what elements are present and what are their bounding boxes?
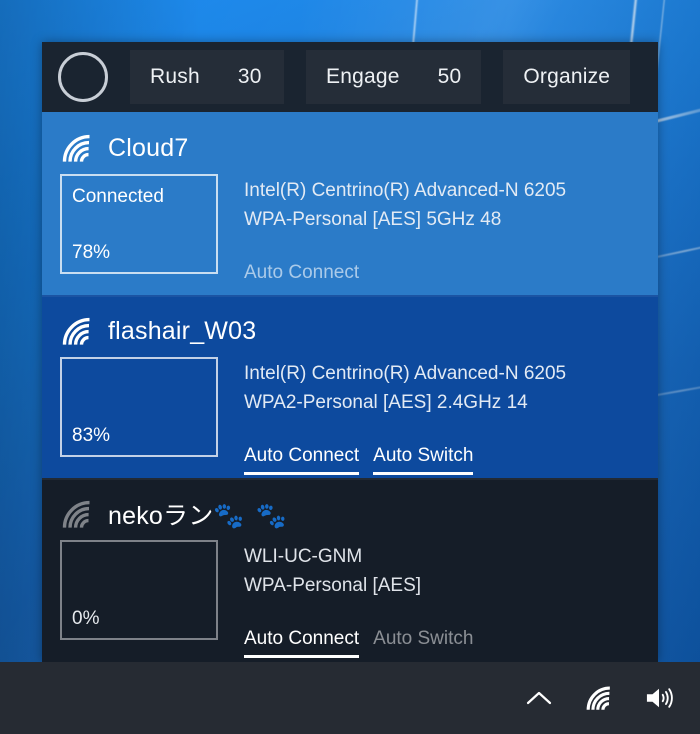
row-divider bbox=[42, 295, 658, 297]
taskbar bbox=[0, 662, 700, 734]
auto-switch-toggle[interactable]: Auto Switch bbox=[373, 628, 473, 655]
network-title: Cloud7 bbox=[60, 126, 658, 170]
paw-print-icon: 🐾 🐾 bbox=[213, 502, 289, 530]
signal-strength-box: Connected 78% bbox=[60, 174, 218, 274]
network-info: Intel(R) Centrino(R) Advanced-N 6205 WPA… bbox=[244, 174, 658, 289]
network-info: Intel(R) Centrino(R) Advanced-N 6205 WPA… bbox=[244, 357, 658, 475]
network-title: nekoラン🐾 🐾 bbox=[60, 492, 658, 536]
network-ssid-text: nekoラン bbox=[108, 502, 214, 530]
auto-connect-toggle[interactable]: Auto Connect bbox=[244, 445, 360, 475]
organize-button[interactable]: Organize bbox=[503, 50, 631, 104]
auto-connect-toggle[interactable]: Auto Connect bbox=[244, 628, 360, 658]
connection-status-text: Connected bbox=[72, 186, 164, 207]
desktop: Rush 30 Engage 50 Organize Cloud7 Connec… bbox=[0, 0, 700, 734]
auto-switch-toggle[interactable]: Auto Switch bbox=[373, 445, 474, 475]
wifi-network-icon bbox=[586, 686, 610, 711]
network-adapter-name: WLI-UC-GNM bbox=[244, 546, 363, 567]
network-actions: Auto Connect Auto Switch bbox=[244, 445, 658, 475]
organize-button-label: Organize bbox=[523, 65, 611, 88]
signal-percent-text: 78% bbox=[72, 242, 111, 263]
show-hidden-icons-button[interactable] bbox=[516, 669, 562, 727]
auto-connect-toggle[interactable]: Auto Connect bbox=[244, 262, 359, 289]
network-info: WLI-UC-GNM WPA-Personal [AES] Auto Conne… bbox=[244, 540, 658, 658]
rush-button[interactable]: Rush 30 bbox=[130, 50, 284, 104]
status-circle-icon[interactable] bbox=[58, 52, 108, 102]
wifi-tray-button[interactable] bbox=[576, 669, 622, 727]
volume-speaker-icon bbox=[646, 688, 673, 708]
rush-button-label: Rush bbox=[150, 65, 200, 88]
signal-strength-box: 0% bbox=[60, 540, 218, 640]
engage-button-label: Engage bbox=[326, 65, 400, 88]
network-ssid: Cloud7 bbox=[108, 133, 189, 162]
volume-tray-button[interactable] bbox=[636, 669, 682, 727]
wifi-signal-icon bbox=[62, 500, 90, 528]
rush-button-value: 30 bbox=[237, 65, 262, 88]
network-details: Connected 78% Intel(R) Centrino(R) Advan… bbox=[60, 174, 658, 289]
network-adapter-name: Intel(R) Centrino(R) Advanced-N 6205 bbox=[244, 363, 567, 384]
network-actions: Auto Connect bbox=[244, 262, 658, 289]
signal-percent-text: 83% bbox=[72, 425, 111, 446]
network-details: 0% WLI-UC-GNM WPA-Personal [AES] Auto Co… bbox=[60, 540, 658, 658]
network-adapter-name: Intel(R) Centrino(R) Advanced-N 6205 bbox=[244, 180, 567, 201]
wifi-signal-icon bbox=[62, 134, 90, 162]
network-actions: Auto Connect Auto Switch bbox=[244, 628, 658, 658]
row-divider bbox=[42, 478, 658, 480]
wifi-signal-icon bbox=[62, 317, 90, 345]
network-title: flashair_W03 bbox=[60, 309, 658, 353]
network-row[interactable]: nekoラン🐾 🐾 0% WLI-UC-GNM WPA-Personal [AE… bbox=[42, 478, 658, 661]
network-details: 83% Intel(R) Centrino(R) Advanced-N 6205… bbox=[60, 357, 658, 475]
wifi-manager-panel: Rush 30 Engage 50 Organize Cloud7 Connec… bbox=[42, 42, 658, 662]
signal-percent-text: 0% bbox=[72, 608, 100, 629]
network-security-info: WPA-Personal [AES] 5GHz 48 bbox=[244, 209, 502, 230]
panel-header-toolbar: Rush 30 Engage 50 Organize bbox=[42, 42, 658, 112]
chevron-up-icon bbox=[526, 691, 552, 705]
network-row[interactable]: flashair_W03 83% Intel(R) Centrino(R) Ad… bbox=[42, 295, 658, 478]
network-security-info: WPA-Personal [AES] bbox=[244, 575, 422, 596]
network-ssid: nekoラン🐾 🐾 bbox=[108, 496, 289, 532]
engage-button-value: 50 bbox=[437, 65, 462, 88]
network-row[interactable]: Cloud7 Connected 78% Intel(R) Centrino(R… bbox=[42, 112, 658, 295]
engage-button[interactable]: Engage 50 bbox=[306, 50, 482, 104]
network-ssid: flashair_W03 bbox=[108, 316, 257, 345]
signal-strength-box: 83% bbox=[60, 357, 218, 457]
network-security-info: WPA2-Personal [AES] 2.4GHz 14 bbox=[244, 392, 528, 413]
